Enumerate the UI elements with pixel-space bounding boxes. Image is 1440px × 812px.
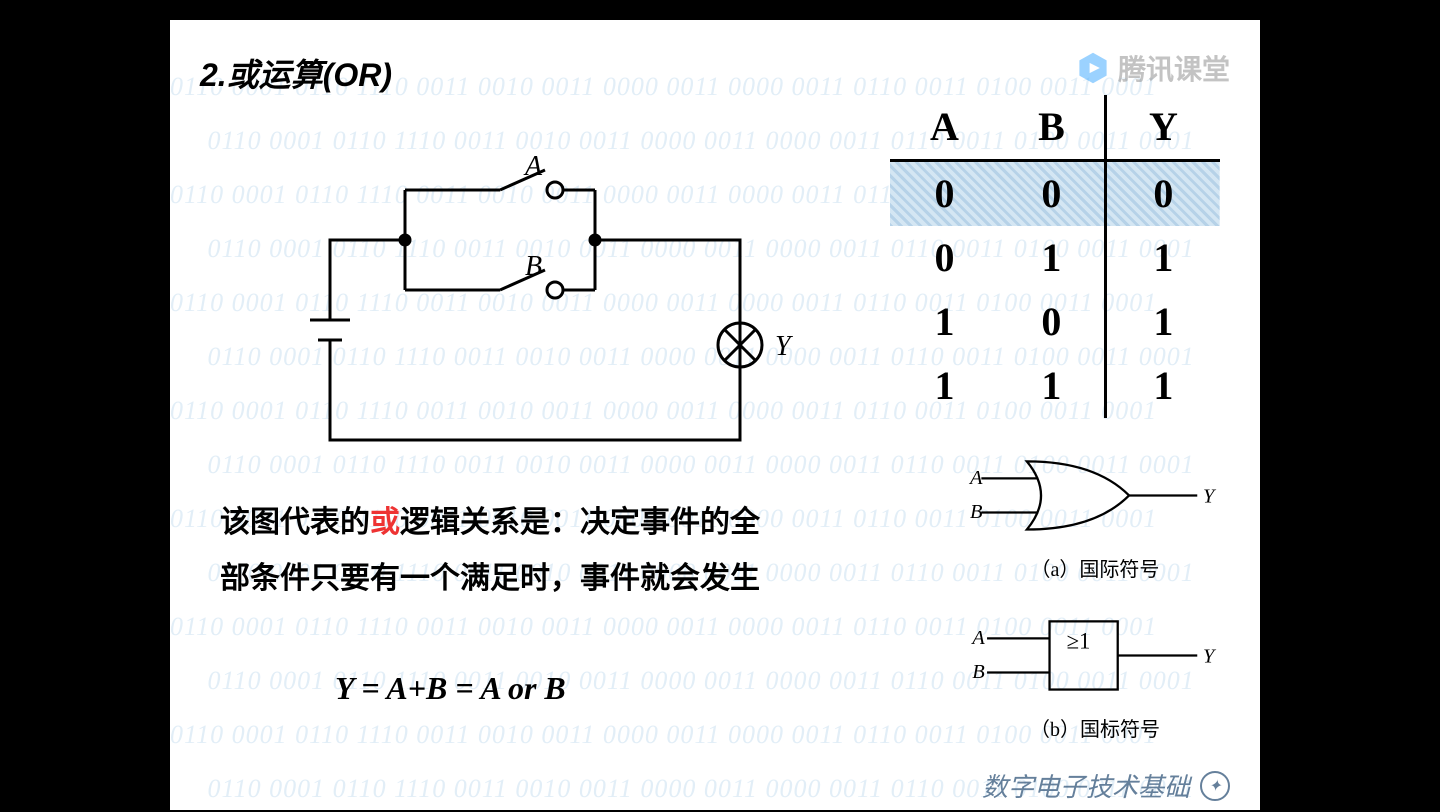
col-B: B [999, 95, 1105, 161]
footer-logo-icon: ✦ [1200, 771, 1230, 801]
table-row: 0 1 1 [890, 226, 1220, 290]
svg-text:B: B [972, 661, 985, 683]
section-title: 2.或运算(OR) [200, 50, 392, 96]
col-A: A [890, 95, 999, 161]
gate-b-caption: （b）国标符号 [970, 713, 1220, 742]
footer: 数字电子技术基础 ✦ [982, 767, 1230, 804]
or-gate-gb: ≥1 A B Y [970, 610, 1220, 701]
switch-A-label: A [523, 151, 543, 182]
circuit-diagram: A B Y [300, 150, 780, 450]
formula: Y = A+B = A or B [335, 670, 566, 707]
description-text: 该图代表的或逻辑关系是：决定事件的全 部条件只要有一个满足时，事件就会发生 [220, 495, 920, 607]
svg-text:A: A [970, 627, 985, 649]
table-row: 1 1 1 [890, 354, 1220, 418]
or-gate-international: A B Y [970, 450, 1220, 541]
svg-text:≥1: ≥1 [1067, 629, 1091, 654]
watermark-text: 腾讯课堂 [1118, 48, 1230, 88]
svg-text:Y: Y [1203, 645, 1217, 667]
svg-text:Y: Y [1203, 485, 1217, 507]
gate-a-caption: （a）国际符号 [970, 553, 1220, 582]
truth-table: A B Y 0 0 0 0 1 1 1 0 1 1 1 1 [890, 95, 1220, 418]
watermark: 腾讯课堂 [1076, 48, 1230, 88]
table-row: 1 0 1 [890, 290, 1220, 354]
highlight-word: 或 [370, 506, 400, 539]
footer-text: 数字电子技术基础 [982, 767, 1190, 804]
svg-text:A: A [968, 467, 983, 489]
svg-text:B: B [970, 501, 983, 523]
play-cube-icon [1076, 51, 1110, 85]
slide: 0110 0001 0110 1110 0011 0010 0011 0000 … [170, 20, 1260, 810]
col-Y: Y [1105, 95, 1220, 161]
switch-B-label: B [525, 251, 542, 282]
gate-symbols: A B Y （a）国际符号 ≥1 A B Y （b）国标符号 [970, 450, 1220, 770]
table-row: 0 0 0 [890, 161, 1220, 227]
